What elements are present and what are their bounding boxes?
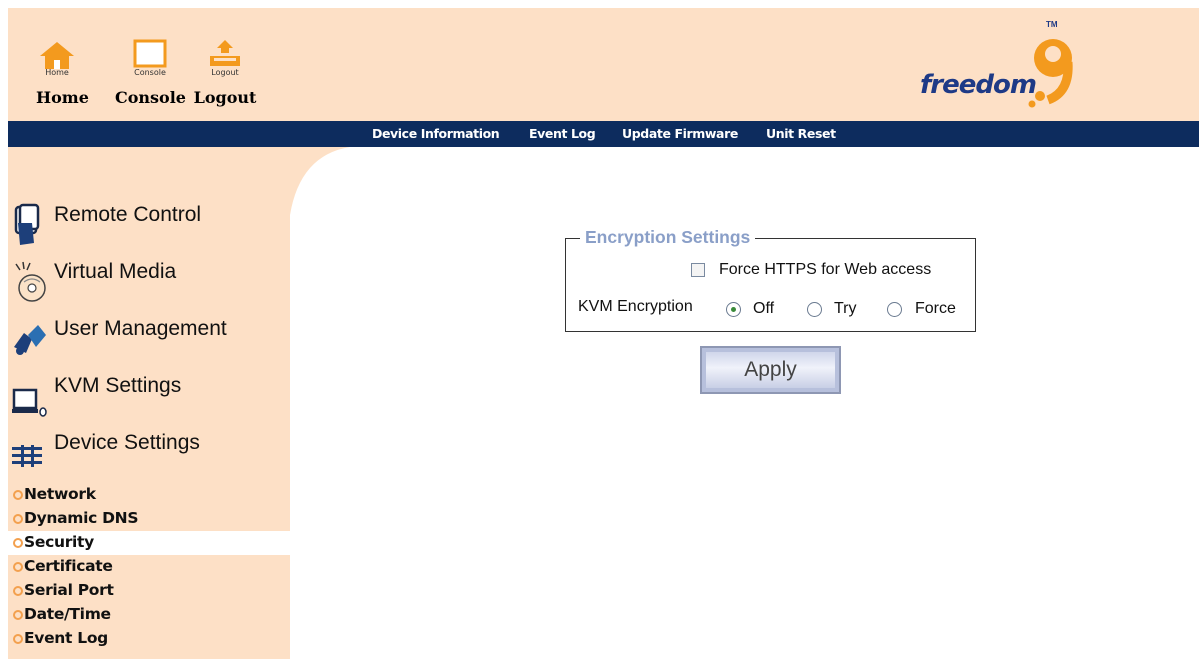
menu-virtual-media-label: Virtual Media xyxy=(54,260,177,283)
menu-remote-control-label: Remote Control xyxy=(54,203,202,226)
submenu-date-time[interactable]: Date/Time xyxy=(8,603,290,627)
submenu-security-label: Security xyxy=(24,533,94,551)
home-icon: Home xyxy=(36,38,78,77)
kvm-encryption-force-label: Force xyxy=(915,300,956,317)
encryption-settings-group: Encryption Settings Force HTTPS for Web … xyxy=(565,227,976,332)
submenu-certificate[interactable]: Certificate xyxy=(8,555,290,579)
submenu-network[interactable]: Network xyxy=(8,483,290,507)
users-icon xyxy=(14,325,46,355)
encryption-settings-legend: Encryption Settings xyxy=(580,227,756,248)
nav-update-firmware[interactable]: Update Firmware xyxy=(622,126,738,141)
menu-virtual-media[interactable]: Virtual Media xyxy=(12,260,282,304)
submenu-certificate-label: Certificate xyxy=(24,557,113,575)
console-button[interactable]: Console Console xyxy=(115,38,186,107)
menu-kvm-settings[interactable]: KVM Settings xyxy=(12,374,282,418)
nav-device-information[interactable]: Device Information xyxy=(372,126,500,141)
logo-trademark: TM xyxy=(1046,20,1058,29)
submenu-serial-port[interactable]: Serial Port xyxy=(8,579,290,603)
freedom9-logo: freedom TM xyxy=(920,20,1090,115)
console-small-label: Console xyxy=(134,68,166,77)
kvm-encryption-try-radio[interactable] xyxy=(807,302,822,317)
force-https-label: Force HTTPS for Web access xyxy=(719,261,932,278)
apply-button-label: Apply xyxy=(744,358,797,381)
kvm-encryption-off-label: Off xyxy=(753,300,775,317)
kvm-encryption-force-radio[interactable] xyxy=(887,302,902,317)
submenu-serial-port-label: Serial Port xyxy=(24,581,114,599)
submenu-network-label: Network xyxy=(24,485,96,503)
nav-unit-reset[interactable]: Unit Reset xyxy=(766,126,836,141)
bullet-icon xyxy=(13,514,23,524)
bullet-icon xyxy=(13,586,23,596)
menu-user-management[interactable]: User Management xyxy=(12,317,282,361)
bullet-icon xyxy=(13,490,23,500)
nav-event-log[interactable]: Event Log xyxy=(529,126,596,141)
submenu-date-time-label: Date/Time xyxy=(24,605,111,623)
bullet-icon xyxy=(13,538,23,548)
home-button[interactable]: Home Home xyxy=(36,38,89,107)
force-https-checkbox[interactable] xyxy=(691,263,705,277)
cd-icon xyxy=(15,261,46,302)
submenu-security[interactable]: Security xyxy=(8,531,290,555)
submenu-event-log[interactable]: Event Log xyxy=(8,627,290,651)
bullet-icon xyxy=(13,634,23,644)
monitor-icon xyxy=(12,388,47,417)
kvm-encryption-try-label: Try xyxy=(834,300,857,317)
kvm-encryption-label: KVM Encryption xyxy=(578,298,693,315)
top-navbar: Device Information Event Log Update Firm… xyxy=(8,121,1199,147)
console-label: Console xyxy=(115,88,186,107)
kvm-encryption-off-radio[interactable] xyxy=(726,302,741,317)
home-small-label: Home xyxy=(45,68,69,77)
bullet-icon xyxy=(13,610,23,620)
console-icon: Console xyxy=(115,38,185,77)
bullet-icon xyxy=(13,562,23,572)
header-bar: Home Home Console Console Logout Logout xyxy=(8,8,1199,121)
logout-label: Logout xyxy=(193,88,257,107)
menu-user-management-label: User Management xyxy=(54,317,227,340)
submenu-dynamic-dns-label: Dynamic DNS xyxy=(24,509,139,527)
menu-remote-control[interactable]: Remote Control xyxy=(12,203,282,247)
logo-text: freedom xyxy=(920,70,1037,100)
logout-button[interactable]: Logout Logout xyxy=(192,38,258,107)
submenu-event-log-label: Event Log xyxy=(24,629,108,647)
logout-small-label: Logout xyxy=(211,68,239,77)
sidebar-curve-decoration xyxy=(290,147,350,215)
apply-button[interactable]: Apply xyxy=(700,346,841,394)
hand-icon xyxy=(14,203,40,245)
logout-icon: Logout xyxy=(192,38,258,77)
settings-icon xyxy=(12,445,42,467)
menu-device-settings[interactable]: Device Settings xyxy=(12,431,282,475)
menu-kvm-settings-label: KVM Settings xyxy=(54,374,182,397)
submenu-dynamic-dns[interactable]: Dynamic DNS xyxy=(8,507,290,531)
home-label: Home xyxy=(36,88,89,107)
menu-device-settings-label: Device Settings xyxy=(54,431,200,454)
